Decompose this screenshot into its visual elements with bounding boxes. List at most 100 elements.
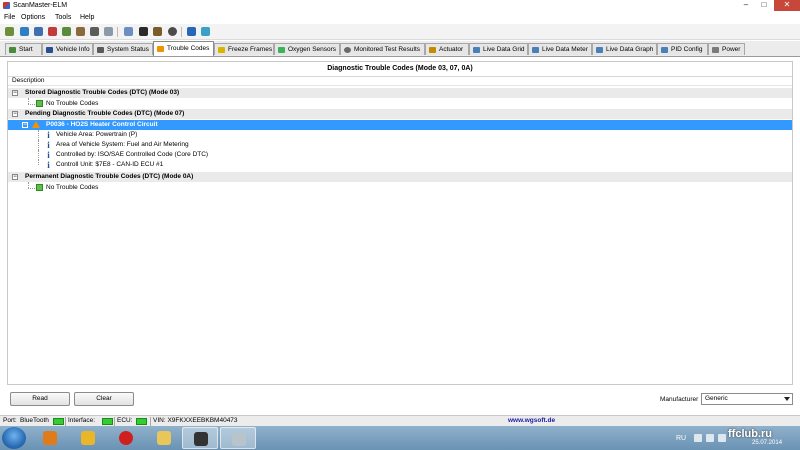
taskbar-explorer[interactable] <box>146 427 182 449</box>
menu-file[interactable]: File <box>4 14 15 21</box>
permanent-dtc-group[interactable]: − Permanent Diagnostic Trouble Codes (DT… <box>8 172 792 182</box>
menu-tools[interactable]: Tools <box>55 14 71 21</box>
system-icon <box>97 47 104 53</box>
tab-monitored-test-results[interactable]: Monitored Test Results <box>340 43 425 55</box>
manufacturer-select[interactable]: Generic <box>701 393 793 405</box>
check-icon <box>36 100 43 107</box>
toolbar-separator <box>117 27 118 37</box>
close-button[interactable]: ✕ <box>774 0 800 11</box>
tool-icon <box>232 432 246 446</box>
tab-power[interactable]: Power <box>708 43 745 55</box>
tab-start[interactable]: Start <box>5 43 42 55</box>
list-item[interactable]: i Vehicle Area: Powertrain (P) <box>8 130 792 140</box>
port-label: Port: <box>3 417 17 424</box>
status-separator <box>114 417 115 426</box>
terminal-icon[interactable] <box>139 27 148 36</box>
tab-label: System Status <box>107 46 149 53</box>
list-item[interactable]: i Controll Unit: $7E8 - CAN-ID ECU #1 <box>8 160 792 170</box>
tab-pid-config[interactable]: PID Config <box>657 43 708 55</box>
list-item[interactable]: No Trouble Codes <box>8 182 792 193</box>
info-icon[interactable] <box>34 27 43 36</box>
tab-vehicle-info[interactable]: Vehicle Info <box>42 43 93 55</box>
pending-dtc-group[interactable]: − Pending Diagnostic Trouble Codes (DTC)… <box>8 109 792 119</box>
volume-icon[interactable] <box>718 434 726 442</box>
tab-trouble-codes[interactable]: Trouble Codes <box>153 41 214 56</box>
stored-dtc-group[interactable]: − Stored Diagnostic Trouble Codes (DTC) … <box>8 88 792 98</box>
group-title: Pending Diagnostic Trouble Codes (DTC) (… <box>25 110 185 117</box>
tab-label: Live Data Grid <box>483 46 525 53</box>
graph-icon <box>596 47 603 53</box>
print-icon[interactable] <box>104 27 113 36</box>
taskbar-media-player[interactable] <box>32 427 68 449</box>
tree-line <box>38 130 39 140</box>
tab-system-status[interactable]: System Status <box>93 43 153 55</box>
status-separator <box>65 417 66 426</box>
clear-button[interactable]: Clear <box>74 392 134 406</box>
taskbar-opera[interactable] <box>108 427 144 449</box>
read-button[interactable]: Read <box>10 392 70 406</box>
tab-freeze-frames[interactable]: Freeze Frames <box>214 43 274 55</box>
taskbar-tool[interactable] <box>220 427 256 449</box>
group-title: Permanent Diagnostic Trouble Codes (DTC)… <box>25 173 194 180</box>
language-indicator[interactable]: RU <box>676 435 686 442</box>
tab-live-data-grid[interactable]: Live Data Grid <box>469 43 528 55</box>
menu-options[interactable]: Options <box>21 14 45 21</box>
group-title: Stored Diagnostic Trouble Codes (DTC) (M… <box>25 89 180 96</box>
edit-icon[interactable] <box>124 27 133 36</box>
collapse-icon[interactable]: − <box>12 111 18 117</box>
save-icon[interactable] <box>90 27 99 36</box>
list-item[interactable]: i Controlled by: ISO/SAE Controlled Code… <box>8 150 792 160</box>
list-item[interactable]: i Area of Vehicle System: Fuel and Air M… <box>8 140 792 150</box>
tab-label: Start <box>19 46 33 53</box>
settings-icon[interactable] <box>48 27 57 36</box>
disconnect-icon[interactable] <box>168 27 177 36</box>
help-icon[interactable] <box>201 27 210 36</box>
freeze-icon <box>218 47 225 53</box>
connect-icon[interactable] <box>5 27 14 36</box>
tab-oxygen-sensors[interactable]: Oxygen Sensors <box>274 43 340 55</box>
column-header-description[interactable]: Description <box>8 76 792 86</box>
about-icon[interactable] <box>187 27 196 36</box>
collapse-icon[interactable]: − <box>12 174 18 180</box>
detail-text: Area of Vehicle System: Fuel and Air Met… <box>56 141 189 148</box>
collapse-icon[interactable]: − <box>22 122 28 128</box>
tab-live-data-graph[interactable]: Live Data Graph <box>592 43 657 55</box>
chart-icon[interactable] <box>62 27 71 36</box>
warning-icon <box>32 121 40 128</box>
toolbar <box>0 24 800 40</box>
port-value: BlueTooth <box>20 417 49 424</box>
tab-actuator[interactable]: Actuator <box>425 43 469 55</box>
website-link[interactable]: www.wgsoft.de <box>508 416 555 426</box>
folder-icon <box>157 431 171 445</box>
tab-label: Monitored Test Results <box>354 46 420 53</box>
windows-taskbar: RU 25.07.2014 <box>0 426 800 450</box>
taskbar-messenger[interactable] <box>70 427 106 449</box>
tab-live-data-meter[interactable]: Live Data Meter <box>528 43 592 55</box>
maximize-button[interactable]: □ <box>756 0 772 11</box>
trouble-codes-panel: Diagnostic Trouble Codes (Mode 03, 07, 0… <box>7 61 793 385</box>
messenger-icon <box>81 431 95 445</box>
sensor-icon <box>278 47 285 53</box>
dtc-code: P0036 - HO2S Heater Control Circuit <box>46 121 158 128</box>
dtc-row-selected[interactable]: − P0036 - HO2S Heater Control Circuit <box>8 120 792 130</box>
start-button[interactable] <box>2 427 26 449</box>
clock-date[interactable]: 25.07.2014 <box>752 440 782 446</box>
cable-icon[interactable] <box>153 27 162 36</box>
list-item[interactable]: No Trouble Codes <box>8 98 792 109</box>
panel-title: Diagnostic Trouble Codes (Mode 03, 07, 0… <box>8 62 792 77</box>
toolbar-separator <box>181 27 182 37</box>
media-player-icon <box>43 431 57 445</box>
network-icon[interactable] <box>706 434 714 442</box>
collapse-icon[interactable]: − <box>12 90 18 96</box>
manufacturer-value: Generic <box>705 395 728 402</box>
menu-help[interactable]: Help <box>80 14 94 21</box>
globe-icon[interactable] <box>20 27 29 36</box>
tray-arrow-icon[interactable] <box>694 434 702 442</box>
start-icon <box>9 47 16 53</box>
tree-line <box>38 140 39 150</box>
tab-label: Actuator <box>439 46 464 53</box>
taskbar-scanmaster[interactable] <box>182 427 218 449</box>
minimize-button[interactable]: – <box>738 0 754 11</box>
gear-icon[interactable] <box>76 27 85 36</box>
tab-label: Live Data Meter <box>542 46 588 53</box>
